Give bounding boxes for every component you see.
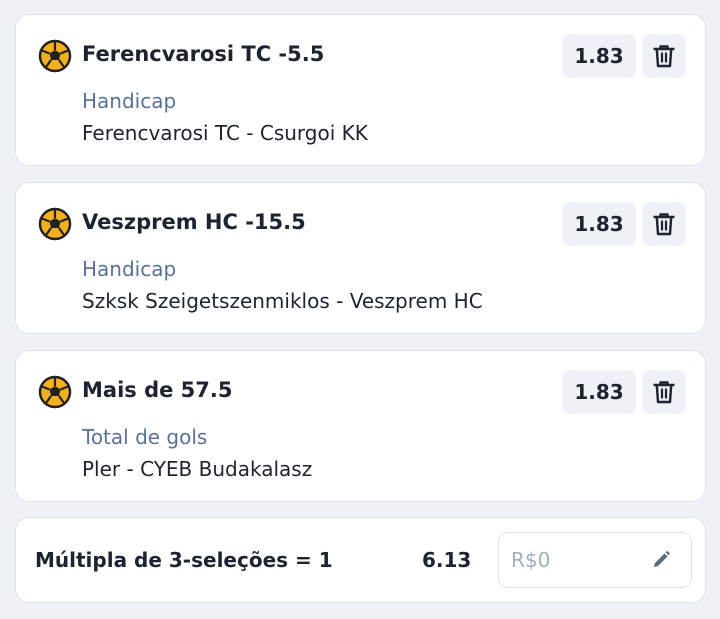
bet-card: Mais de 57.5 Total de gols Pler - CYEB B… [15,350,706,502]
bet-odds: 1.83 [562,370,636,414]
bet-event: Ferencvarosi TC - Csurgoi KK [82,121,368,145]
bet-market: Total de gols [82,425,208,449]
bet-selection-title: Ferencvarosi TC -5.5 [82,42,325,66]
multiple-label: Múltipla de 3-seleções = 1 [35,548,333,572]
remove-bet-button[interactable] [642,202,686,246]
multiple-bet-summary: Múltipla de 3-seleções = 1 6.13 [15,517,706,603]
bet-card: Veszprem HC -15.5 Handicap Szksk Szeiget… [15,182,706,334]
stake-input[interactable] [511,533,641,586]
bet-selection-title: Veszprem HC -15.5 [82,210,306,234]
bet-event: Szksk Szeigetszenmiklos - Veszprem HC [82,289,483,313]
remove-bet-button[interactable] [642,34,686,78]
trash-icon [653,381,675,404]
bet-odds: 1.83 [562,34,636,78]
handball-icon [38,375,72,409]
multiple-total-odds: 6.13 [422,548,472,572]
stake-field[interactable] [498,532,692,588]
bet-selection-title: Mais de 57.5 [82,378,233,402]
pencil-icon[interactable] [651,550,671,570]
bet-slip: Ferencvarosi TC -5.5 Handicap Ferencvaro… [0,0,720,619]
bet-event: Pler - CYEB Budakalasz [82,457,313,481]
bet-odds: 1.83 [562,202,636,246]
bet-market: Handicap [82,89,177,113]
bet-card: Ferencvarosi TC -5.5 Handicap Ferencvaro… [15,14,706,166]
handball-icon [38,39,72,73]
trash-icon [653,45,675,68]
bet-market: Handicap [82,257,177,281]
handball-icon [38,207,72,241]
trash-icon [653,213,675,236]
remove-bet-button[interactable] [642,370,686,414]
